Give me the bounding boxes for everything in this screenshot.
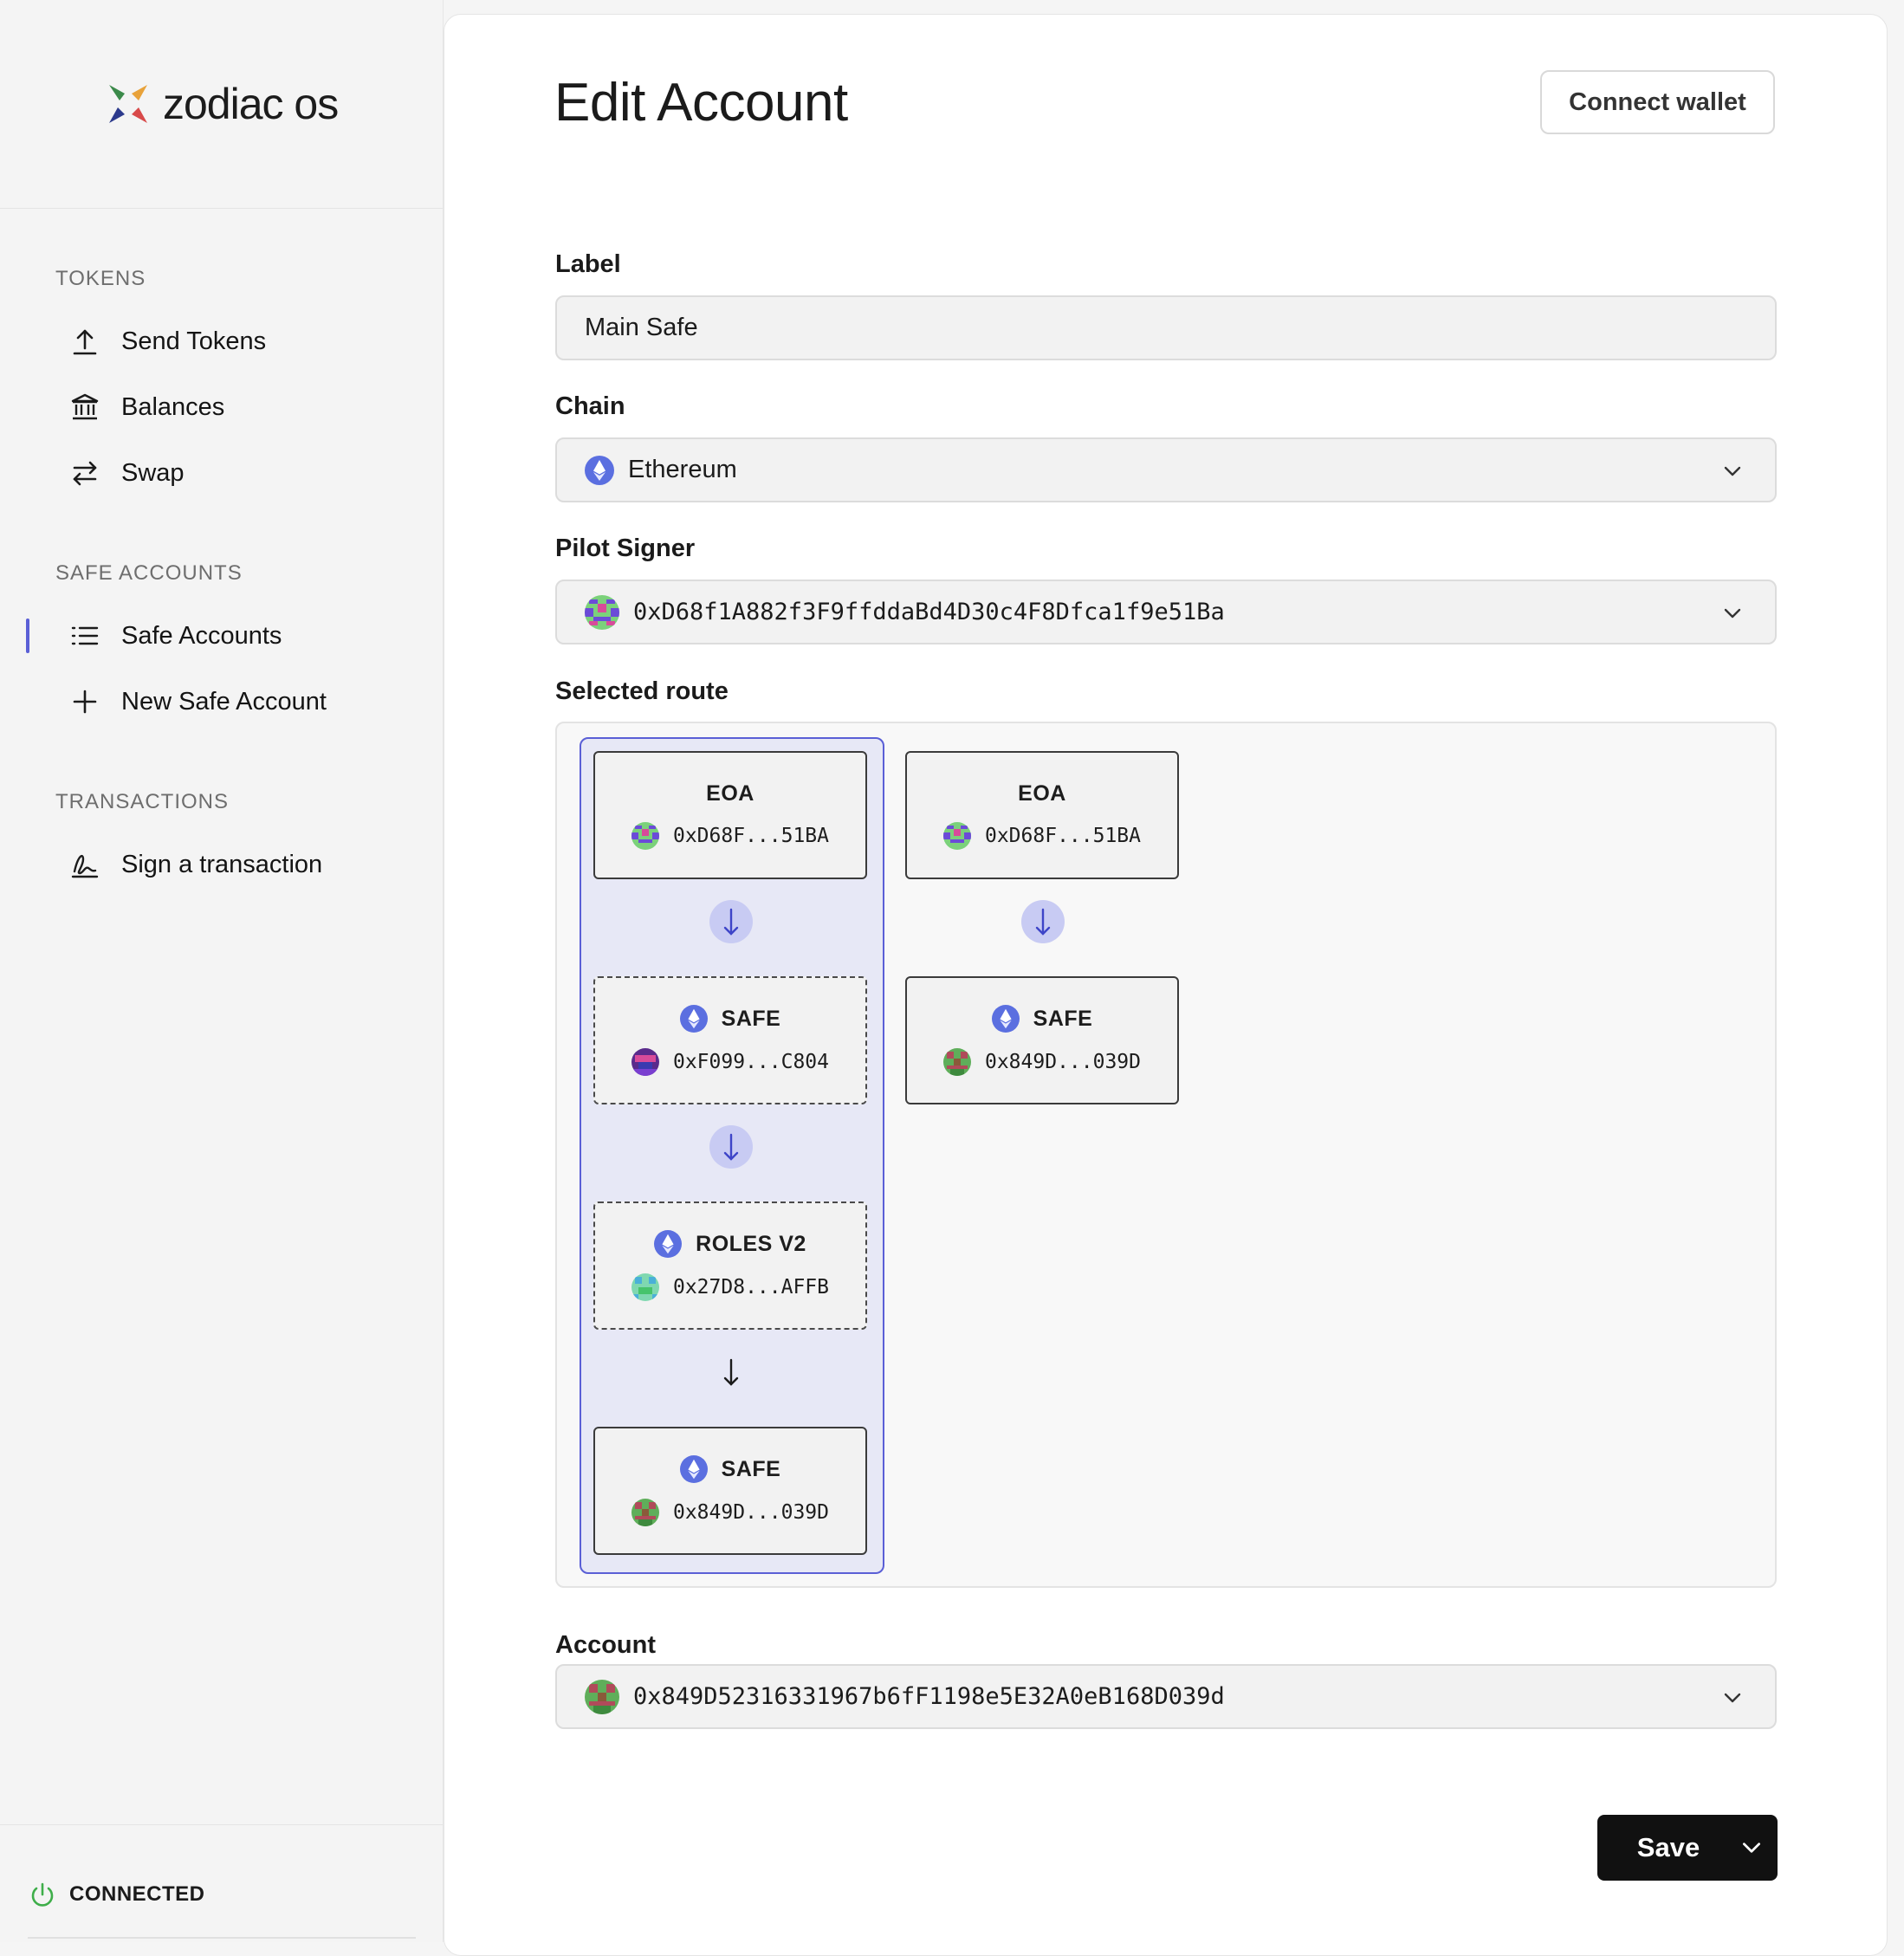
page-title: Edit Account <box>554 73 848 133</box>
connection-status: CONNECTED <box>28 1880 205 1909</box>
route-node-roles: ROLES V2 0x27D8...AFFB <box>593 1201 867 1330</box>
plus-icon <box>73 690 97 714</box>
blockie-avatar <box>631 1273 659 1301</box>
save-button[interactable]: Save <box>1597 1815 1778 1881</box>
account-select[interactable]: 0x849D52316331967b6fF1198e5E32A0eB168D03… <box>555 1664 1777 1729</box>
blockie-avatar <box>942 821 971 850</box>
signature-icon <box>71 854 99 878</box>
brand-logo[interactable]: zodiac os <box>106 76 339 132</box>
route-node-eoa[interactable]: EOA 0xD68F...51BA <box>905 751 1179 879</box>
sidebar-item-new-safe-account[interactable]: New Safe Account <box>68 677 327 726</box>
sidebar: zodiac os TOKENS Send Tokens Balances Sw… <box>0 0 444 1942</box>
sidebar-item-label: Safe Accounts <box>121 621 282 650</box>
node-address: 0xD68F...51BA <box>672 824 829 847</box>
power-icon <box>31 1882 54 1907</box>
arrow-down-icon <box>709 1125 753 1169</box>
sidebar-bottom-rule <box>28 1937 416 1939</box>
blockie-avatar <box>631 821 659 850</box>
route-node-eoa: EOA 0xD68F...51BA <box>593 751 867 879</box>
sidebar-footer-divider <box>0 1824 443 1825</box>
active-indicator <box>26 619 29 653</box>
blockie-avatar <box>631 1499 659 1526</box>
sidebar-item-balances[interactable]: Balances <box>68 383 224 431</box>
save-options-button[interactable] <box>1726 1836 1778 1860</box>
sidebar-item-label: New Safe Account <box>121 687 327 716</box>
ethereum-icon <box>679 1455 708 1483</box>
blockie-avatar <box>942 1048 971 1076</box>
swap-icon <box>73 461 97 486</box>
connect-wallet-button[interactable]: Connect wallet <box>1540 70 1775 134</box>
node-type-label: SAFE <box>1033 1006 1093 1031</box>
node-address: 0xF099...C804 <box>672 1051 829 1073</box>
node-address: 0x849D...039D <box>672 1501 829 1524</box>
section-title-tokens: TOKENS <box>55 267 146 290</box>
node-type-label: ROLES V2 <box>696 1231 806 1256</box>
node-address: 0xD68F...51BA <box>984 824 1141 847</box>
sidebar-item-label: Sign a transaction <box>121 850 323 878</box>
pilot-signer-select[interactable]: 0xD68f1A882f3F9ffddaBd4D30c4F8Dfca1f9e51… <box>555 580 1777 644</box>
sidebar-item-label: Balances <box>121 392 225 421</box>
chevron-down-icon <box>1742 1843 1761 1853</box>
node-type-label: EOA <box>706 780 754 806</box>
route-node-safe: SAFE 0x849D...039D <box>593 1427 867 1555</box>
node-type-label: SAFE <box>721 1456 781 1481</box>
pilot-signer-address: 0xD68f1A882f3F9ffddaBd4D30c4F8Dfca1f9e51… <box>633 599 1225 625</box>
ethereum-icon <box>991 1005 1020 1033</box>
status-label: CONNECTED <box>69 1882 205 1906</box>
sidebar-divider <box>0 208 443 209</box>
ethereum-icon <box>679 1005 708 1033</box>
ethereum-icon <box>585 455 614 485</box>
arrow-down-icon <box>1021 900 1065 943</box>
label-input[interactable]: Main Safe <box>555 295 1777 360</box>
sidebar-item-sign-transaction[interactable]: Sign a transaction <box>68 840 322 889</box>
bank-icon <box>71 393 99 420</box>
blockie-avatar <box>585 1679 619 1714</box>
sidebar-item-swap[interactable]: Swap <box>68 449 185 497</box>
route-picker: EOA 0xD68F...51BA SAFE 0xF099...C804 ROL… <box>555 722 1777 1588</box>
node-address: 0x27D8...AFFB <box>672 1276 829 1299</box>
section-title-transactions: TRANSACTIONS <box>55 790 230 813</box>
sidebar-item-send-tokens[interactable]: Send Tokens <box>68 317 266 366</box>
section-title-safe-accounts: SAFE ACCOUNTS <box>55 561 243 585</box>
chain-select[interactable]: Ethereum <box>555 437 1777 502</box>
chevron-down-icon <box>1724 1693 1741 1703</box>
upload-icon <box>73 329 97 355</box>
arrow-down-icon <box>709 1350 753 1394</box>
chevron-down-icon <box>1724 466 1741 476</box>
sidebar-item-label: Swap <box>121 458 185 487</box>
route-node-safe[interactable]: SAFE 0x849D...039D <box>905 976 1179 1104</box>
arrow-down-icon <box>709 900 753 943</box>
save-button-label: Save <box>1636 1832 1700 1862</box>
label-field-label: Label <box>555 250 621 278</box>
main-card: Edit Account Connect wallet Label Main S… <box>444 14 1888 1956</box>
chain-select-value: Ethereum <box>628 456 737 483</box>
node-type-label: EOA <box>1018 780 1066 806</box>
zodiac-logo-icon <box>109 85 147 123</box>
account-address: 0x849D52316331967b6fF1198e5E32A0eB168D03… <box>633 1683 1225 1710</box>
node-type-label: SAFE <box>721 1006 781 1031</box>
brand-name: zodiac os <box>163 80 339 128</box>
chain-field-label: Chain <box>555 392 625 420</box>
blockie-avatar <box>585 594 619 630</box>
route-field-label: Selected route <box>555 677 729 705</box>
signer-field-label: Pilot Signer <box>555 534 696 562</box>
node-address: 0x849D...039D <box>984 1051 1141 1073</box>
label-input-value: Main Safe <box>585 314 698 341</box>
list-icon <box>71 626 99 645</box>
sidebar-item-label: Send Tokens <box>121 327 267 355</box>
account-field-label: Account <box>555 1631 656 1659</box>
blockie-avatar <box>631 1048 659 1076</box>
sidebar-item-safe-accounts[interactable]: Safe Accounts <box>68 612 282 660</box>
chevron-down-icon <box>1724 608 1741 619</box>
route-node-safe: SAFE 0xF099...C804 <box>593 976 867 1104</box>
ethereum-icon <box>654 1230 683 1258</box>
